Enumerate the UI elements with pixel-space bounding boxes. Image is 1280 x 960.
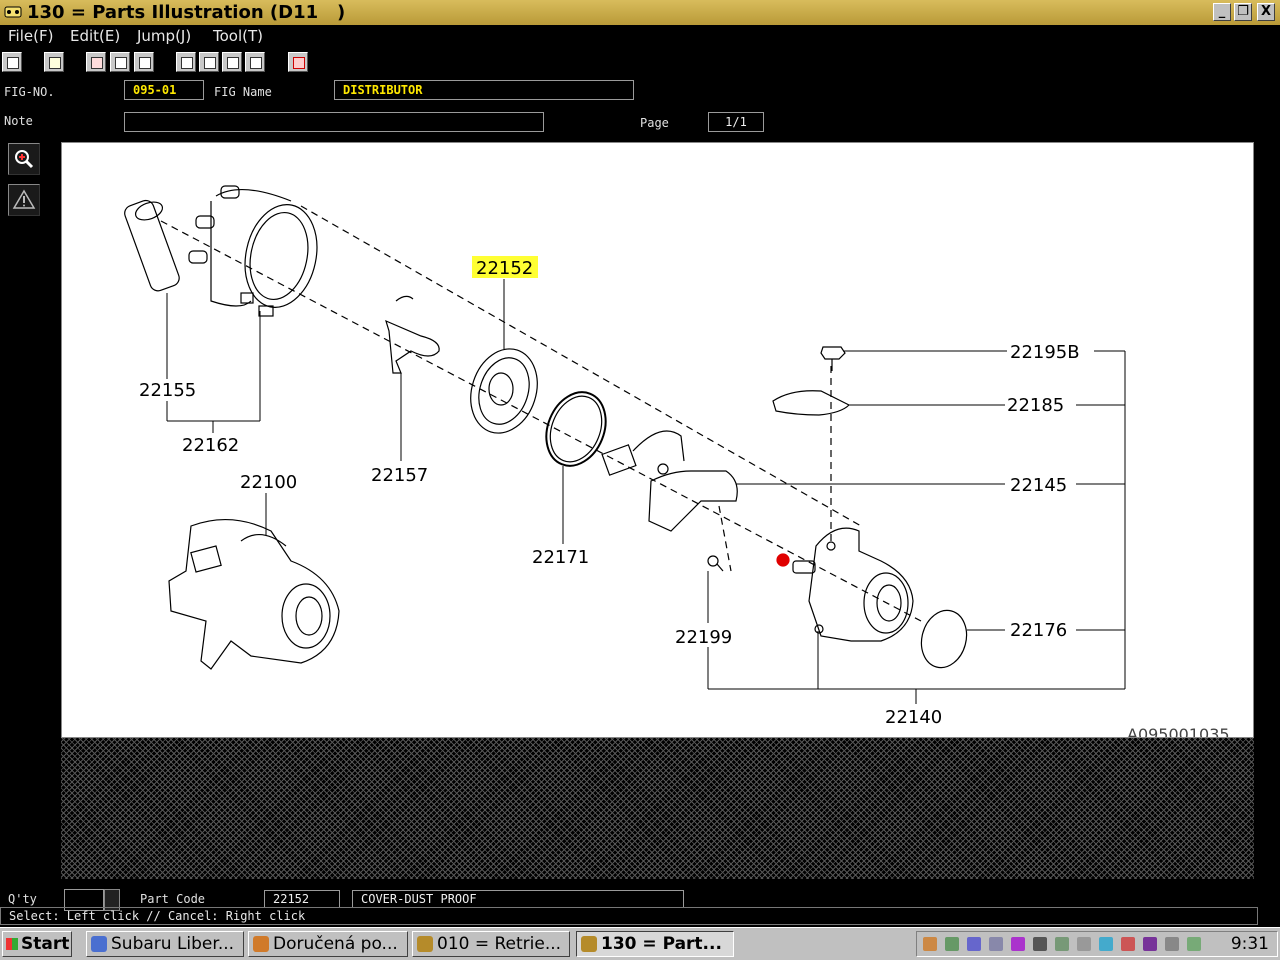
nav-first-icon[interactable] [176, 52, 196, 72]
callout-22185[interactable]: 22185 [1007, 395, 1064, 416]
zoom-in-icon[interactable] [8, 143, 40, 175]
part-rotor[interactable] [385, 295, 440, 374]
page-label: Page [640, 116, 669, 130]
exit-icon[interactable] [288, 52, 308, 72]
app-icon [581, 936, 597, 952]
callout-22176[interactable]: 22176 [1010, 620, 1067, 641]
location-marker [776, 553, 790, 567]
callout-22100[interactable]: 22100 [240, 472, 297, 493]
callout-22157[interactable]: 22157 [371, 465, 428, 486]
document-icon[interactable] [44, 52, 64, 72]
task-button[interactable]: 010 = Retrie... [412, 931, 570, 957]
part-pickup-assembly[interactable] [601, 430, 738, 532]
leader-lines [166, 279, 1126, 704]
restore-button[interactable]: ❐ [1234, 3, 1252, 21]
print-icon[interactable] [2, 52, 22, 72]
part-code-field[interactable]: 22152 [264, 890, 340, 908]
menu-bar: File(F) Edit(E) Jump(J) Tool(T) [0, 25, 1280, 48]
callout-22199[interactable]: 22199 [675, 627, 732, 648]
volume-icon[interactable] [989, 937, 1003, 951]
tray-icon[interactable] [1033, 937, 1047, 951]
part-code-label: Part Code [140, 892, 206, 906]
browser-icon [91, 936, 107, 952]
part-bracket[interactable] [772, 390, 851, 416]
tray-icon[interactable] [945, 937, 959, 951]
close-button[interactable]: X [1257, 3, 1275, 21]
part-distributor-cap[interactable] [188, 185, 326, 317]
task-button[interactable]: Subaru Liber... [86, 931, 244, 957]
callout-22162[interactable]: 22162 [182, 435, 239, 456]
menu-file[interactable]: File(F) [8, 27, 53, 45]
part-distributor-assembly[interactable] [168, 519, 340, 670]
clock: 9:31 [1230, 934, 1269, 954]
start-button[interactable]: Start [2, 931, 72, 957]
illustration-canvas[interactable]: 22155 22162 22100 22157 22152 22171 2219… [61, 142, 1254, 738]
tray-icon[interactable] [1077, 937, 1091, 951]
page-field[interactable]: 1/1 [708, 112, 764, 132]
callout-22140[interactable]: 22140 [885, 707, 942, 728]
menu-tool[interactable]: Tool(T) [213, 27, 263, 45]
nav-next-icon[interactable] [222, 52, 242, 72]
toolbar [0, 50, 1280, 76]
note-field[interactable] [124, 112, 544, 132]
callout-22195B[interactable]: 22195B [1010, 342, 1080, 363]
fig-name-field[interactable]: DISTRIBUTOR [334, 80, 634, 100]
part-name-field[interactable]: COVER-DUST PROOF [352, 890, 684, 908]
task-button-active[interactable]: 130 = Part... [576, 931, 734, 957]
start-label: Start [21, 934, 70, 954]
exploded-diagram: 22155 22162 22100 22157 22152 22171 2219… [122, 185, 1230, 738]
task-button[interactable]: Doručená po... [248, 931, 408, 957]
app-icon [4, 6, 22, 18]
part-dust-cover[interactable] [460, 340, 547, 442]
task-label: Doručená po... [273, 934, 398, 954]
sheet-icon[interactable] [134, 52, 154, 72]
minimize-button[interactable]: _ [1213, 3, 1231, 21]
copy-alt-icon[interactable] [110, 52, 130, 72]
tray-icon[interactable] [1099, 937, 1113, 951]
nav-last-icon[interactable] [245, 52, 265, 72]
part-plug-wire[interactable] [122, 198, 181, 293]
app-icon [417, 936, 433, 952]
tray-icon[interactable] [1121, 937, 1135, 951]
window-title: 130 = Parts Illustration (D11 ) [27, 2, 346, 23]
tray-icon[interactable] [1143, 937, 1157, 951]
taskbar: Start Subaru Liber... Doručená po... 010… [0, 927, 1280, 960]
fig-name-label: FIG Name [214, 85, 272, 99]
qty-label: Q'ty [8, 892, 37, 906]
tray-icon[interactable] [1187, 937, 1201, 951]
illustration-code: A095001035 [1127, 725, 1230, 738]
system-tray: 9:31 [916, 931, 1278, 957]
tray-icon[interactable] [1011, 937, 1025, 951]
warning-icon[interactable] [8, 184, 40, 216]
mail-icon [253, 936, 269, 952]
callout-22155[interactable]: 22155 [139, 380, 196, 401]
tray-icon[interactable] [967, 937, 981, 951]
callout-22171[interactable]: 22171 [532, 547, 589, 568]
nav-prev-icon[interactable] [199, 52, 219, 72]
callout-22145[interactable]: 22145 [1010, 475, 1067, 496]
title-bar: 130 = Parts Illustration (D11 ) _ ❐ X [0, 0, 1280, 25]
menu-edit[interactable]: Edit(E) [70, 27, 120, 45]
task-label: 130 = Part... [601, 934, 722, 954]
menu-jump[interactable]: Jump(J) [137, 27, 191, 45]
fig-no-field[interactable]: 095-01 [124, 80, 204, 100]
part-cap-seal[interactable] [915, 605, 973, 672]
task-label: 010 = Retrie... [437, 934, 562, 954]
tray-icon[interactable] [923, 937, 937, 951]
tray-icon[interactable] [1055, 937, 1069, 951]
note-label: Note [4, 114, 33, 128]
windows-logo-icon [6, 938, 18, 950]
fig-no-label: FIG-NO. [4, 85, 55, 99]
copy-icon[interactable] [86, 52, 106, 72]
parts-list-area [61, 738, 1254, 879]
task-label: Subaru Liber... [111, 934, 235, 954]
callout-22152[interactable]: 22152 [476, 258, 533, 279]
tray-icon[interactable] [1165, 937, 1179, 951]
status-bar: Select: Left click // Cancel: Right clic… [0, 907, 1258, 925]
